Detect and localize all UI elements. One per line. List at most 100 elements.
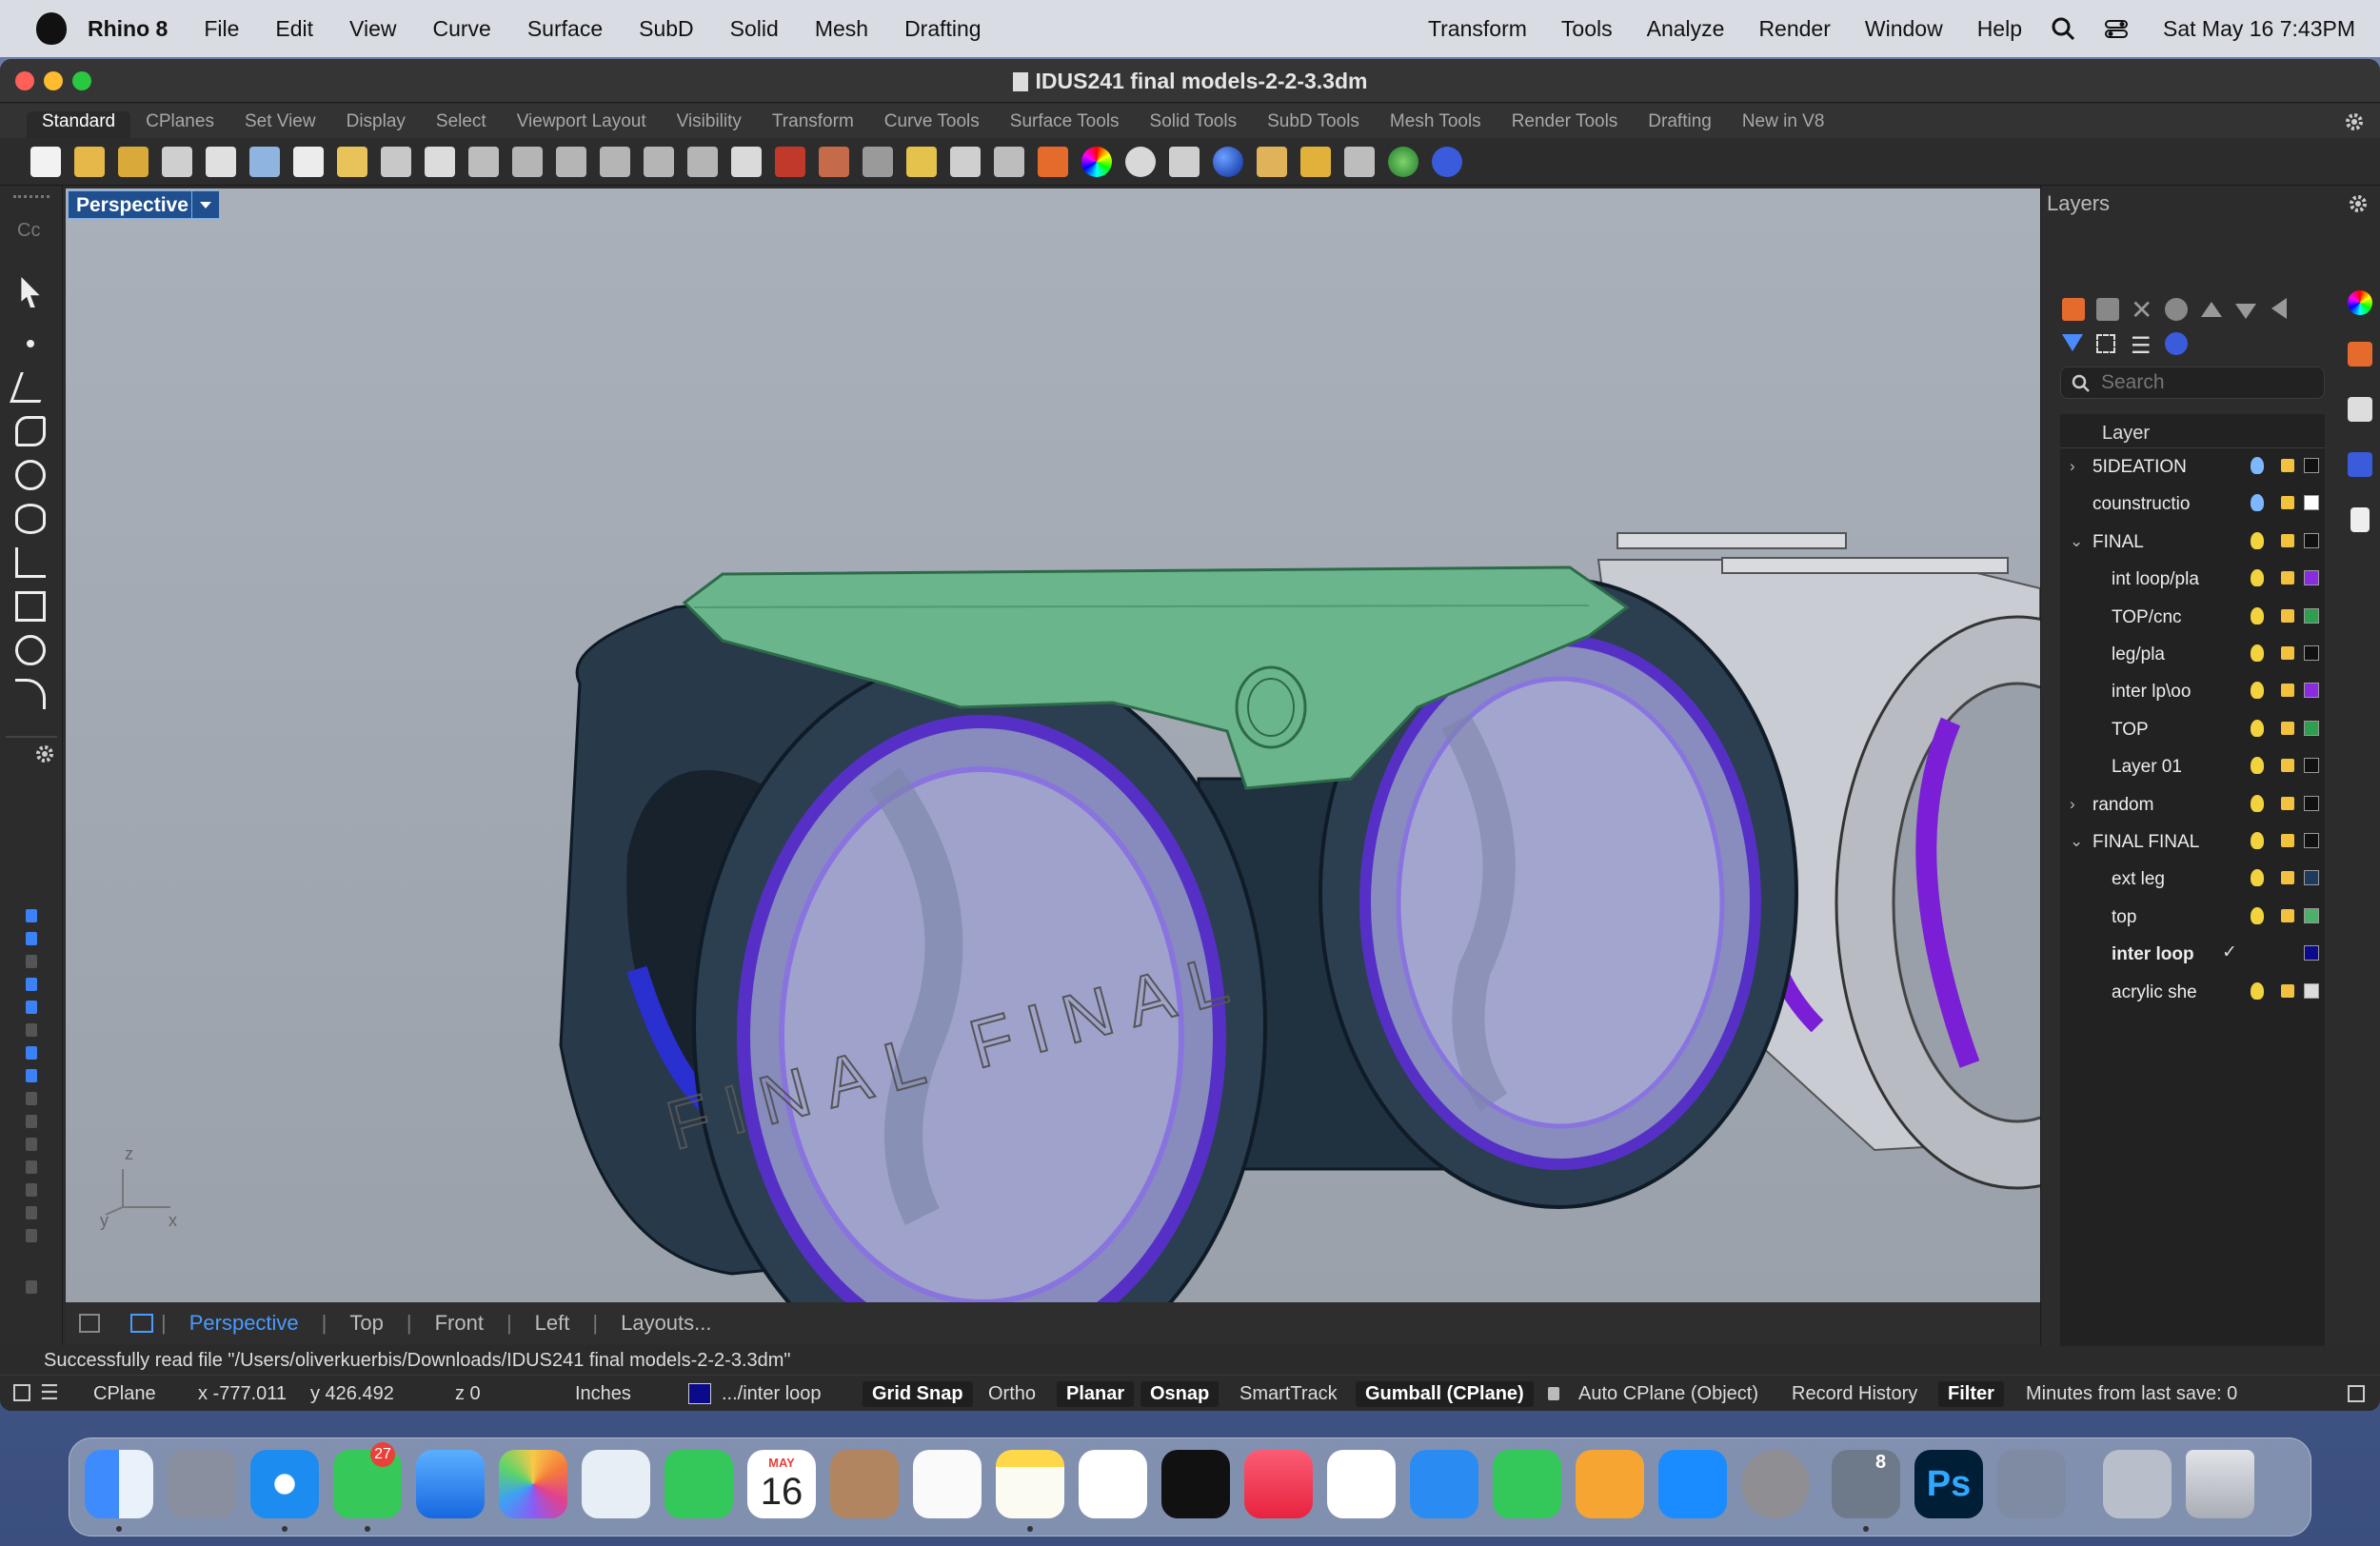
menu-render[interactable]: Render [1758,16,1830,42]
toolbar-gear-icon[interactable] [34,743,55,764]
fillet-curve-icon[interactable] [15,679,46,709]
layer-row[interactable]: › 5IDEATION [2060,452,2325,482]
menu-surface[interactable]: Surface [527,16,603,42]
tabs-settings-gear-icon[interactable] [2344,111,2365,132]
calendar-icon[interactable]: MAY 16 [747,1450,816,1518]
visibility-bulb-icon[interactable] [2251,757,2264,775]
layers-help-icon[interactable] [2165,332,2188,355]
units-label[interactable]: Inches [575,1383,631,1405]
layer-color-swatch[interactable] [2304,720,2319,736]
lock-icon[interactable] [2281,496,2294,510]
delete-layer-icon[interactable]: ✕ [2131,294,2152,326]
menu-help[interactable]: Help [1977,16,2022,42]
osnap-checkbox[interactable] [26,1229,37,1242]
menu-analyze[interactable]: Analyze [1647,16,1725,42]
visibility-bulb-icon[interactable] [2251,981,2264,1000]
menu-edit[interactable]: Edit [275,16,313,42]
layer-name[interactable]: 5IDEATION [2092,457,2187,478]
command-history[interactable]: Successfully read file "/Users/oliverkue… [0,1346,2380,1375]
display-tab-icon[interactable] [2348,397,2372,422]
layer-color-swatch[interactable] [2304,645,2319,661]
tab-cplanes[interactable]: CPlanes [130,111,229,138]
layer-name[interactable]: ext leg [2112,869,2165,890]
collapse-chevron-down-icon[interactable]: ⌄ [2070,532,2083,551]
layer-row[interactable]: TOP [2060,715,2325,744]
show-hide-bulb-icon[interactable] [950,147,981,177]
lock-icon[interactable] [2281,459,2294,472]
music-icon[interactable] [1244,1450,1313,1518]
menu-solid[interactable]: Solid [730,16,779,42]
tab-transform[interactable]: Transform [757,111,869,138]
layer-color-swatch[interactable] [2304,795,2319,811]
gumball-toggle[interactable]: Gumball (CPlane) [1356,1381,1534,1407]
layer-color-swatch[interactable] [2304,458,2319,473]
color-wheel-icon[interactable] [1081,147,1112,177]
layer-row[interactable]: leg/pla [2060,640,2325,669]
menu-drafting[interactable]: Drafting [904,16,982,42]
layer-row[interactable]: top [2060,902,2325,932]
layer-search-field[interactable] [2060,367,2325,399]
osnap-checkbox[interactable] [26,1183,37,1197]
filter-toggle[interactable]: Filter [1938,1381,2004,1407]
new-layer-icon[interactable] [2062,298,2085,321]
layer-color-swatch[interactable] [2304,982,2319,999]
wireframe-sphere-icon[interactable] [1125,147,1156,177]
undo-view-icon[interactable] [687,147,718,177]
rhino-8-icon[interactable]: 8 [1832,1450,1900,1518]
smarttrack-toggle[interactable]: SmartTrack [1240,1383,1338,1405]
visibility-bulb-icon[interactable] [2251,832,2264,849]
zoom-extents-icon[interactable] [600,147,630,177]
tab-curve-tools[interactable]: Curve Tools [869,111,995,138]
pages-icon[interactable] [1576,1450,1644,1518]
visibility-bulb-icon[interactable] [2251,794,2264,812]
layer-name[interactable]: inter loop [2112,944,2194,965]
polyline-icon[interactable] [10,372,51,403]
rectangle-icon[interactable] [15,591,46,622]
planar-toggle[interactable]: Planar [1057,1381,1135,1407]
layer-name[interactable]: random [2092,795,2153,816]
ortho-toggle[interactable]: Ortho [988,1383,1036,1405]
open-file-icon[interactable] [74,147,105,177]
apple-tv-icon[interactable] [1161,1450,1230,1518]
menu-app-name[interactable]: Rhino 8 [88,16,168,42]
visibility-bulb-icon[interactable] [2251,682,2264,700]
rotate-view-icon[interactable] [468,147,499,177]
point-icon[interactable] [15,328,46,359]
select-points-icon[interactable] [906,147,937,177]
tab-top[interactable]: Top [327,1311,406,1336]
zoom-window-icon[interactable] [556,147,586,177]
layer-name[interactable]: leg/pla [2112,644,2165,665]
osnap-checkbox[interactable] [26,978,37,991]
expand-chevron-right-icon[interactable]: › [2070,795,2075,814]
osnap-checkbox[interactable] [26,1023,37,1037]
osnap-checkbox[interactable] [26,1069,37,1082]
osnap-checkbox[interactable] [26,1001,37,1014]
lock-icon[interactable] [2281,721,2294,735]
menu-mesh[interactable]: Mesh [815,16,868,42]
layer-color-swatch[interactable] [2304,683,2319,699]
current-layer-label[interactable]: .../inter loop [722,1383,822,1405]
tab-new-in-v8[interactable]: New in V8 [1727,111,1840,138]
layer-color-swatch[interactable] [2304,833,2319,848]
maps-icon[interactable] [582,1450,650,1518]
layer-name[interactable]: inter lp\oo [2112,682,2191,703]
layer-name[interactable]: Layer 01 [2112,757,2182,778]
layer-tools-icon[interactable] [2165,298,2188,321]
collapse-chevron-down-icon[interactable]: ⌄ [2070,832,2083,851]
new-sublayer-icon[interactable] [2096,298,2119,321]
food4rhino-icon[interactable] [1388,147,1418,177]
tab-surface-tools[interactable]: Surface Tools [995,111,1135,138]
move-layer-down-icon[interactable] [2235,304,2256,319]
named-views-car-icon[interactable] [775,147,805,177]
contacts-icon[interactable] [830,1450,899,1518]
lock-icon[interactable] [2281,571,2294,585]
command-abbrev[interactable]: Cc [17,220,40,242]
export-icon[interactable] [206,147,236,177]
system-settings-icon[interactable] [1741,1450,1810,1518]
perspective-viewport[interactable]: FINAL FINAL z y x Perspective [66,188,2040,1302]
tab-visibility[interactable]: Visibility [662,111,757,138]
layer-row[interactable]: › random [2060,790,2325,820]
osnap-checkbox[interactable] [26,1092,37,1105]
ellipse-icon[interactable] [15,504,46,534]
list-view-icon[interactable]: ☰ [2131,332,2152,360]
